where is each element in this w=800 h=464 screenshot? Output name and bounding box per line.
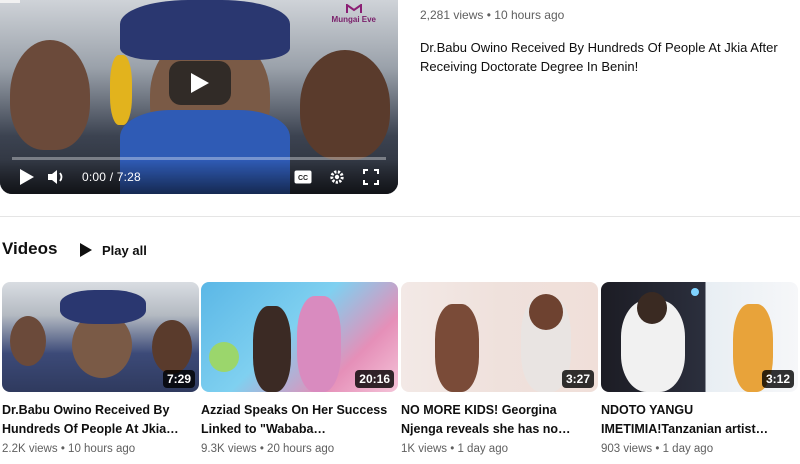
video-views: 1K views — [401, 443, 448, 455]
featured-views: 2,281 views — [420, 8, 484, 22]
player-controls: 0:00 / 7:28 CC — [0, 160, 398, 194]
play-all-button[interactable]: Play all — [80, 238, 147, 262]
video-metadata: 2.2K views • 10 hours ago — [2, 443, 199, 455]
meta-separator: • — [486, 8, 491, 22]
fullscreen-icon — [363, 169, 379, 185]
shelf-title[interactable]: Videos — [2, 239, 57, 259]
svg-text:CC: CC — [298, 175, 308, 182]
duration-badge: 7:29 — [162, 370, 195, 388]
video-metadata: 903 views • 1 day ago — [601, 443, 798, 455]
video-thumbnail[interactable]: 7:29 — [2, 282, 199, 392]
play-icon — [20, 169, 34, 185]
meta-separator: • — [60, 443, 65, 455]
video-age: 1 day ago — [457, 443, 508, 455]
volume-icon — [48, 170, 63, 184]
video-card[interactable]: 3:12 NDOTO YANGU IMETIMIA!Tanzanian arti… — [601, 282, 798, 455]
video-thumbnail[interactable]: 3:27 — [401, 282, 598, 392]
video-views: 9.3K views — [201, 443, 257, 455]
volume-control[interactable] — [42, 162, 72, 192]
gear-icon — [330, 170, 344, 184]
watermark-text: Mungai Eve — [331, 15, 376, 24]
channel-watermark: Mungai Eve — [331, 3, 376, 24]
meta-separator: • — [655, 443, 660, 455]
featured-age: 10 hours ago — [494, 8, 565, 22]
fullscreen-button[interactable] — [356, 162, 386, 192]
play-icon — [80, 243, 92, 257]
play-all-label: Play all — [102, 242, 147, 258]
video-thumbnail[interactable]: 20:16 — [201, 282, 398, 392]
captions-button[interactable]: CC — [288, 162, 318, 192]
video-age: 10 hours ago — [68, 443, 136, 455]
video-age: 1 day ago — [662, 443, 714, 455]
video-card[interactable]: 7:29 Dr.Babu Owino Received By Hundreds … — [2, 282, 199, 455]
video-card[interactable]: 3:27 NO MORE KIDS! Georgina Njenga revea… — [401, 282, 598, 455]
video-card[interactable]: 20:16 Azziad Speaks On Her Success Linke… — [201, 282, 398, 455]
video-title[interactable]: NO MORE KIDS! Georgina Njenga reveals sh… — [401, 401, 598, 439]
meta-separator: • — [259, 443, 264, 455]
video-title[interactable]: Dr.Babu Owino Received By Hundreds Of Pe… — [2, 401, 199, 439]
video-metadata: 1K views • 1 day ago — [401, 443, 598, 455]
cc-icon: CC — [294, 170, 312, 184]
featured-metadata: 2,281 views • 10 hours ago — [420, 8, 564, 22]
duration-badge: 3:12 — [761, 370, 794, 388]
meta-separator: • — [450, 443, 455, 455]
play-control[interactable] — [12, 162, 42, 192]
duration-badge: 3:27 — [561, 370, 594, 388]
play-icon — [191, 73, 209, 93]
section-divider — [0, 216, 800, 217]
top-strip — [0, 0, 20, 3]
settings-button[interactable] — [322, 162, 352, 192]
time-display: 0:00 / 7:28 — [82, 170, 141, 184]
duration-badge: 20:16 — [355, 370, 394, 388]
video-thumbnail[interactable]: 3:12 — [601, 282, 798, 392]
video-metadata: 9.3K views • 20 hours ago — [201, 443, 398, 455]
video-views: 2.2K views — [2, 443, 58, 455]
featured-title[interactable]: Dr.Babu Owino Received By Hundreds Of Pe… — [420, 38, 790, 76]
play-button[interactable] — [169, 61, 231, 105]
video-title[interactable]: Azziad Speaks On Her Success Linked to "… — [201, 401, 398, 439]
video-title[interactable]: NDOTO YANGU IMETIMIA!Tanzanian artist… — [601, 401, 798, 439]
video-views: 903 views — [601, 443, 653, 455]
featured-video-player[interactable]: Mungai Eve 0:00 / 7:28 CC — [0, 0, 398, 194]
video-age: 20 hours ago — [267, 443, 335, 455]
